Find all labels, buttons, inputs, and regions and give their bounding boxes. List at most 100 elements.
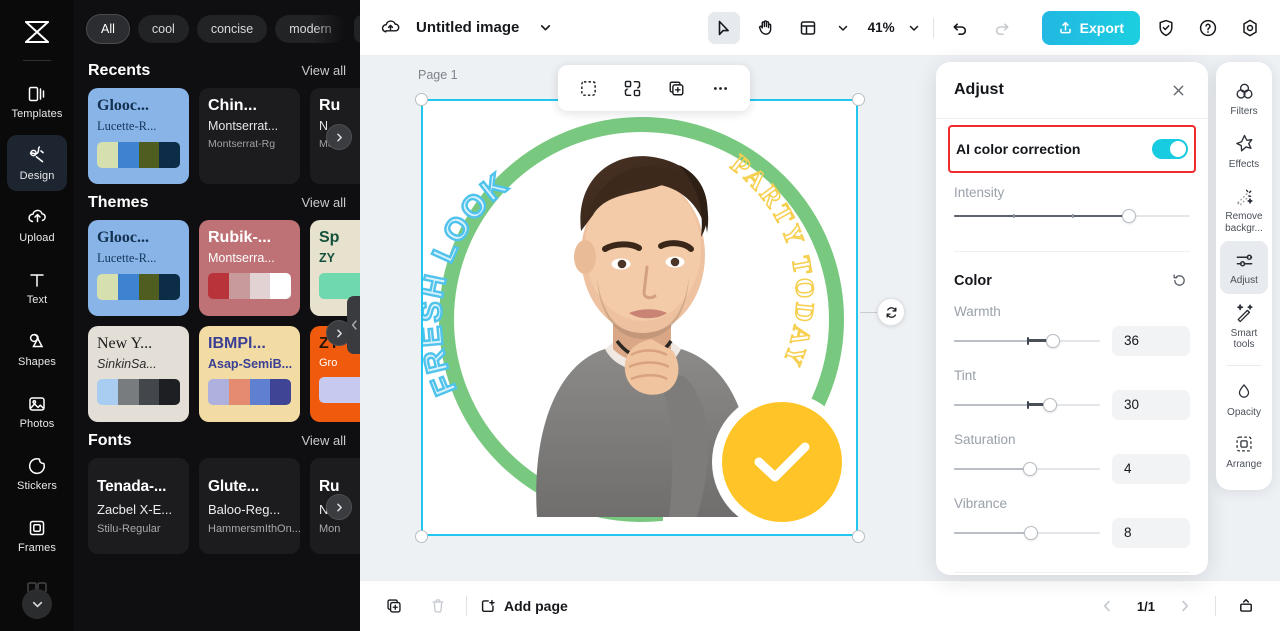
select-tool-button[interactable] — [707, 11, 740, 44]
ai-color-correction-label: AI color correction — [956, 140, 1081, 157]
zoom-chevron-down-icon[interactable] — [905, 12, 923, 44]
saturation-value[interactable]: 4 — [1112, 453, 1190, 484]
view-all-fonts-link[interactable]: View all — [301, 433, 346, 448]
tint-slider-row: 30 — [954, 389, 1190, 420]
upload-share-icon — [1059, 21, 1071, 34]
present-button[interactable] — [1230, 590, 1262, 622]
theme-card[interactable]: Chin... Montserrat... Montserrat-Rg — [199, 88, 300, 184]
help-icon[interactable] — [1192, 12, 1224, 44]
tool-arrange[interactable]: Arrange — [1220, 425, 1268, 478]
export-button[interactable]: Export — [1041, 10, 1140, 45]
duplicate-page-button[interactable] — [378, 590, 410, 622]
document-title[interactable]: Untitled image — [416, 19, 519, 36]
theme-card[interactable]: Glooc... Lucette-R... — [88, 88, 189, 184]
prev-page-button[interactable] — [1091, 590, 1123, 622]
section-title: Themes — [88, 194, 149, 211]
sidebar-item-shapes[interactable]: Shapes — [7, 321, 67, 377]
filter-chip-concise[interactable]: concise — [196, 15, 268, 43]
resize-handle-bl[interactable] — [415, 530, 428, 543]
section-header-recents: Recents View all — [74, 52, 360, 88]
close-icon[interactable] — [1166, 78, 1190, 102]
selected-artboard[interactable]: FRESH LOOK PARTY TODAY — [421, 99, 858, 536]
intensity-slider-row — [954, 207, 1190, 225]
intensity-slider[interactable] — [954, 207, 1190, 225]
tool-remove-background[interactable]: Remove backgr... — [1220, 177, 1268, 241]
color-group-header: Color — [954, 270, 1190, 292]
more-options-icon[interactable] — [704, 72, 736, 104]
font-card[interactable]: Tenada-... Zacbel X-E... Stilu-Regular — [88, 458, 189, 554]
resize-handle-tl[interactable] — [415, 93, 428, 106]
color-swatches — [97, 141, 180, 168]
selection-floating-toolbar — [558, 65, 750, 111]
sidebar-item-stickers[interactable]: Stickers — [7, 445, 67, 501]
tool-adjust[interactable]: Adjust — [1220, 241, 1268, 294]
card-subtitle: Lucette-R... — [97, 250, 157, 265]
next-page-button[interactable] — [1169, 590, 1201, 622]
light-group-divider — [954, 571, 1190, 573]
add-page-button[interactable]: Add page — [479, 597, 568, 615]
adjust-panel: Adjust AI color correction Intensity Col… — [936, 62, 1208, 575]
tool-label: Filters — [1230, 106, 1258, 117]
collapse-panel-handle[interactable] — [347, 296, 360, 354]
tool-filters[interactable]: Filters — [1220, 72, 1268, 125]
fonts-next-button[interactable] — [326, 494, 352, 520]
cutout-select-icon[interactable] — [572, 72, 604, 104]
redo-button[interactable] — [986, 12, 1018, 44]
sidebar-item-photos[interactable]: Photos — [7, 383, 67, 439]
filter-chip-cool[interactable]: cool — [137, 15, 189, 43]
resize-handle-tr[interactable] — [852, 93, 865, 106]
view-all-themes-link[interactable]: View all — [301, 195, 346, 210]
sidebar-item-text[interactable]: Text — [7, 259, 67, 315]
sparkle-wand-icon — [1234, 302, 1255, 324]
sidebar-item-frames[interactable]: Frames — [7, 507, 67, 563]
show-more-tools-button[interactable] — [22, 589, 52, 619]
view-all-recents-link[interactable]: View all — [301, 63, 346, 78]
templates-icon — [26, 83, 48, 105]
sidebar-item-design[interactable]: Design — [7, 135, 67, 191]
hand-tool-button[interactable] — [750, 12, 782, 44]
ai-color-correction-row[interactable]: AI color correction — [948, 124, 1196, 173]
theme-card[interactable]: New Y... SinkinSa... — [88, 326, 189, 422]
tint-label: Tint — [954, 367, 977, 383]
theme-card[interactable]: Glooc... Lucette-R... — [88, 220, 189, 316]
delete-page-button[interactable] — [422, 590, 454, 622]
undo-button[interactable] — [944, 12, 976, 44]
capcut-logo-icon[interactable] — [17, 14, 57, 50]
warmth-slider[interactable] — [954, 332, 1100, 350]
sidebar-item-upload[interactable]: Upload — [7, 197, 67, 253]
resize-handle-br[interactable] — [852, 530, 865, 543]
color-reset-icon[interactable] — [1168, 270, 1190, 292]
warmth-value[interactable]: 36 — [1112, 325, 1190, 356]
recents-next-button[interactable] — [326, 124, 352, 150]
tint-slider[interactable] — [954, 396, 1100, 414]
frames-icon — [26, 517, 48, 539]
settings-gear-icon[interactable] — [1234, 12, 1266, 44]
vibrance-value[interactable]: 8 — [1112, 517, 1190, 548]
filter-chip-all[interactable]: All — [86, 14, 130, 44]
tool-smart-tools[interactable]: Smart tools — [1220, 294, 1268, 358]
font-card[interactable]: Glute... Baloo-Reg... HammersmIthOn... — [199, 458, 300, 554]
layout-chevron-down-icon[interactable] — [834, 12, 852, 44]
shield-check-icon[interactable] — [1150, 12, 1182, 44]
theme-card[interactable]: IBMPl... Asap-SemiB... — [199, 326, 300, 422]
color-swatches — [319, 376, 360, 403]
ai-color-correction-toggle[interactable] — [1152, 138, 1188, 159]
duplicate-icon[interactable] — [660, 72, 692, 104]
card-title: Rubik-... — [208, 229, 272, 246]
vibrance-slider[interactable] — [954, 524, 1100, 542]
tool-opacity[interactable]: Opacity — [1220, 373, 1268, 426]
card-title: Glooc... — [97, 229, 149, 246]
theme-card[interactable]: Rubik-... Montserra... — [199, 220, 300, 316]
saturation-slider[interactable] — [954, 460, 1100, 478]
layout-tool-button[interactable] — [792, 12, 824, 44]
check-icon — [754, 442, 810, 482]
tint-value[interactable]: 30 — [1112, 389, 1190, 420]
replace-image-icon[interactable] — [616, 72, 648, 104]
rotate-handle[interactable] — [877, 298, 905, 326]
tool-effects[interactable]: Effects — [1220, 125, 1268, 178]
document-menu-chevron-down-icon[interactable] — [529, 12, 561, 44]
zoom-level[interactable]: 41% — [868, 20, 895, 35]
sidebar-item-templates[interactable]: Templates — [7, 73, 67, 129]
filter-chip-modern[interactable]: modern — [275, 15, 346, 43]
left-navigation-rail: Templates Design Upload Text Shapes Phot… — [0, 0, 74, 631]
